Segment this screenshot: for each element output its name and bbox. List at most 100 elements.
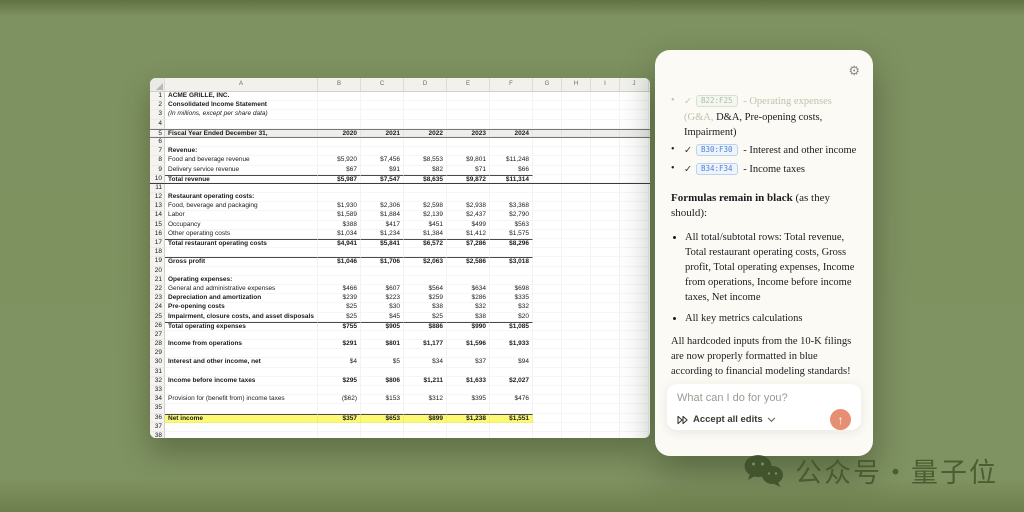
- cell-label[interactable]: [165, 137, 318, 148]
- row-number[interactable]: 2: [150, 101, 165, 111]
- cell-empty[interactable]: [620, 165, 649, 175]
- cell-value[interactable]: $38: [447, 312, 490, 322]
- cell-value[interactable]: [318, 137, 361, 148]
- cell-value[interactable]: $1,575: [490, 229, 533, 239]
- cell-empty[interactable]: [533, 129, 562, 137]
- column-header[interactable]: G: [533, 78, 562, 91]
- cell-empty[interactable]: [591, 431, 620, 438]
- cell-label[interactable]: Operating expenses:: [165, 275, 318, 285]
- cell-value[interactable]: [404, 330, 447, 341]
- cell-empty[interactable]: [562, 312, 591, 322]
- cell-value[interactable]: $66: [490, 165, 533, 175]
- cell-value[interactable]: [361, 248, 404, 258]
- cell-empty[interactable]: [591, 229, 620, 239]
- row-number[interactable]: 23: [150, 294, 165, 304]
- cell-value[interactable]: $153: [361, 395, 404, 405]
- cell-label[interactable]: Depreciation and amortization: [165, 294, 318, 304]
- cell-value[interactable]: $5,920: [318, 156, 361, 166]
- row-number[interactable]: 19: [150, 257, 165, 267]
- cell-value[interactable]: [318, 110, 361, 120]
- cell-empty[interactable]: [591, 376, 620, 386]
- cell-range-chip[interactable]: B22:F25: [695, 95, 738, 107]
- cell-empty[interactable]: [562, 358, 591, 368]
- cell-empty[interactable]: [533, 147, 562, 157]
- cell-value[interactable]: $2,306: [361, 202, 404, 212]
- cell-label[interactable]: (In millions, except per share data): [165, 110, 318, 120]
- cell-value[interactable]: [447, 193, 490, 203]
- cell-value[interactable]: $451: [404, 220, 447, 230]
- cell-empty[interactable]: [591, 183, 620, 194]
- cell-empty[interactable]: [562, 193, 591, 203]
- row-number[interactable]: 36: [150, 413, 165, 423]
- cell-empty[interactable]: [562, 239, 591, 249]
- cell-value[interactable]: $1,706: [361, 257, 404, 267]
- cell-value[interactable]: $5,841: [361, 239, 404, 249]
- cell-value[interactable]: [404, 422, 447, 432]
- cell-value[interactable]: [361, 147, 404, 157]
- cell-label[interactable]: [165, 431, 318, 438]
- cell-empty[interactable]: [620, 229, 649, 239]
- cell-value[interactable]: [490, 330, 533, 341]
- row-number[interactable]: 34: [150, 395, 165, 405]
- cell-empty[interactable]: [562, 431, 591, 438]
- cell-label[interactable]: ACME GRILLE, INC.: [165, 92, 318, 102]
- column-header[interactable]: C: [361, 78, 404, 91]
- cell-value[interactable]: [318, 101, 361, 111]
- cell-value[interactable]: $312: [404, 395, 447, 405]
- cell-label[interactable]: Total operating expenses: [165, 321, 318, 331]
- cell-value[interactable]: [447, 330, 490, 341]
- cell-value[interactable]: ($62): [318, 395, 361, 405]
- cell-empty[interactable]: [533, 239, 562, 249]
- cell-label[interactable]: [165, 119, 318, 129]
- cell-value[interactable]: [447, 404, 490, 414]
- cell-empty[interactable]: [591, 395, 620, 405]
- cell-empty[interactable]: [562, 376, 591, 386]
- cell-empty[interactable]: [591, 129, 620, 137]
- cell-empty[interactable]: [533, 349, 562, 359]
- send-button[interactable]: [830, 409, 851, 430]
- cell-empty[interactable]: [591, 404, 620, 414]
- cell-empty[interactable]: [562, 174, 591, 183]
- cell-value[interactable]: $1,085: [490, 321, 533, 331]
- column-header[interactable]: I: [591, 78, 620, 91]
- row-number[interactable]: 27: [150, 330, 165, 341]
- row-number[interactable]: 13: [150, 202, 165, 212]
- cell-empty[interactable]: [620, 239, 649, 249]
- cell-value[interactable]: [404, 404, 447, 414]
- cell-empty[interactable]: [591, 266, 620, 276]
- cell-empty[interactable]: [533, 193, 562, 203]
- cell-empty[interactable]: [591, 330, 620, 341]
- cell-value[interactable]: $239: [318, 294, 361, 304]
- cell-empty[interactable]: [620, 303, 649, 313]
- cell-empty[interactable]: [533, 422, 562, 432]
- cell-empty[interactable]: [562, 413, 591, 423]
- cell-empty[interactable]: [620, 137, 649, 148]
- cell-value[interactable]: 2023: [447, 129, 490, 137]
- cell-empty[interactable]: [533, 386, 562, 396]
- cell-label[interactable]: [165, 248, 318, 258]
- cell-value[interactable]: [318, 431, 361, 438]
- row-number[interactable]: 22: [150, 284, 165, 295]
- cell-value[interactable]: [404, 275, 447, 285]
- cell-value[interactable]: $395: [447, 395, 490, 405]
- cell-value[interactable]: [490, 404, 533, 414]
- cell-label[interactable]: Pre-opening costs: [165, 303, 318, 313]
- cell-empty[interactable]: [620, 220, 649, 230]
- cell-label[interactable]: Income before income taxes: [165, 376, 318, 386]
- cell-value[interactable]: $37: [447, 358, 490, 368]
- cell-value[interactable]: [361, 349, 404, 359]
- cell-value[interactable]: [490, 349, 533, 359]
- cell-value[interactable]: [490, 119, 533, 129]
- cell-value[interactable]: $1,234: [361, 229, 404, 239]
- cell-empty[interactable]: [562, 422, 591, 432]
- row-number[interactable]: 28: [150, 340, 165, 350]
- cell-empty[interactable]: [533, 294, 562, 304]
- cell-value[interactable]: $3,368: [490, 202, 533, 212]
- cell-empty[interactable]: [620, 431, 649, 438]
- cell-empty[interactable]: [591, 284, 620, 295]
- cell-value[interactable]: [447, 92, 490, 102]
- cell-value[interactable]: [447, 110, 490, 120]
- cell-empty[interactable]: [533, 330, 562, 341]
- cell-value[interactable]: $11,314: [490, 174, 533, 183]
- row-number[interactable]: 26: [150, 321, 165, 331]
